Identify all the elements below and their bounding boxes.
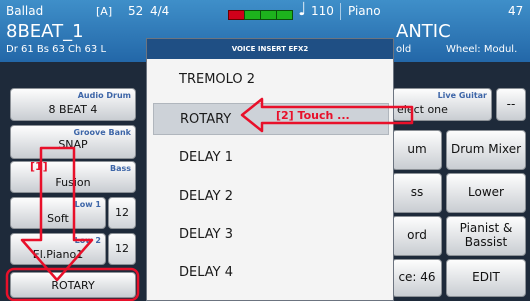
step1-label: [1] xyxy=(30,160,48,173)
highlight-rotary-button xyxy=(5,267,140,301)
annotation-overlay xyxy=(5,97,414,301)
step2-label: [2] Touch ... xyxy=(276,109,350,122)
